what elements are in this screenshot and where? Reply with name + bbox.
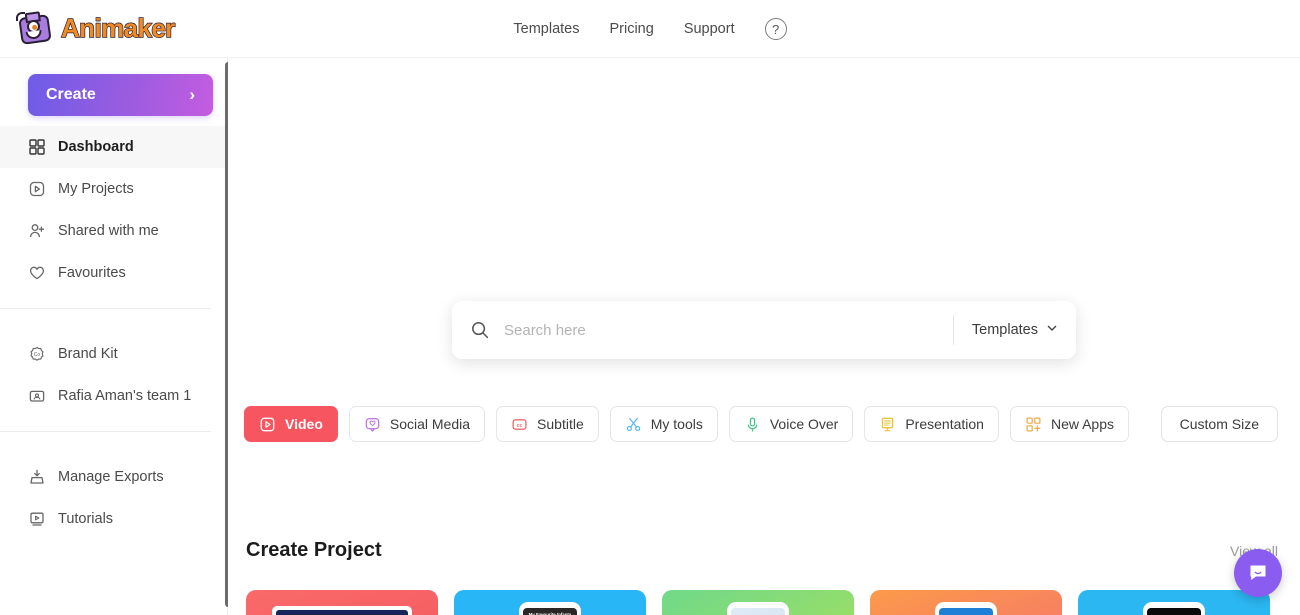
top-bar: Animaker Templates Pricing Support ? — [0, 0, 1300, 58]
user-add-icon — [28, 222, 46, 240]
sidebar-item-label: Favourites — [58, 265, 126, 281]
grid-dashboard-icon — [28, 138, 46, 156]
question-mark-circle-icon[interactable]: ? — [764, 18, 787, 40]
nav-templates[interactable]: Templates — [513, 21, 579, 37]
tutorial-video-icon — [28, 510, 46, 528]
heart-outline-icon — [28, 264, 46, 282]
social-chat-icon — [364, 416, 381, 433]
chip-voice-over[interactable]: Voice Over — [728, 406, 854, 442]
closed-caption-icon: cc — [511, 416, 528, 433]
sidebar-item-my-projects[interactable]: My Projects — [0, 168, 227, 210]
chat-bubble-smile-icon — [1250, 565, 1266, 580]
chip-label: Social Media — [389, 416, 471, 432]
svg-text:cc: cc — [517, 422, 523, 428]
sidebar-item-label: Rafia Aman's team 1 — [58, 388, 192, 404]
scissors-icon — [625, 416, 642, 433]
phone-mockup: My Favourite Infanta Movie Tags of our F… — [519, 602, 581, 615]
chevron-down-icon — [1046, 322, 1058, 338]
sidebar-item-team[interactable]: Rafia Aman's team 1 — [0, 375, 227, 417]
chat-widget-button[interactable] — [1234, 549, 1282, 597]
template-card[interactable]: BLACK FRIDAY — [1078, 590, 1270, 615]
create-project-header: Create Project View all — [246, 539, 1278, 562]
sidebar: Create › Dashboard My Projects Shared wi… — [0, 58, 231, 615]
search-filter-dropdown[interactable]: Templates — [954, 322, 1076, 338]
custom-size-button[interactable]: Custom Size — [1160, 406, 1278, 442]
grid-plus-icon — [1025, 416, 1042, 433]
sidebar-item-label: Brand Kit — [58, 346, 118, 362]
phone-mockup — [727, 602, 789, 615]
sidebar-item-label: Manage Exports — [58, 469, 164, 485]
nav-pricing[interactable]: Pricing — [609, 21, 653, 37]
create-button-label: Create — [46, 86, 96, 103]
team-group-icon — [28, 387, 46, 405]
template-card-list: Hello! I am Susan! My Favourite Infanta … — [246, 590, 1270, 615]
sidebar-item-manage-exports[interactable]: Manage Exports — [0, 456, 227, 498]
hero-banner: Create your moments Check out 10000+ tem… — [244, 98, 1278, 278]
sidebar-item-shared-with-me[interactable]: Shared with me — [0, 210, 227, 252]
phone-mockup: BLACK FRIDAY — [1143, 602, 1205, 615]
sidebar-item-favourites[interactable]: Favourites — [0, 252, 227, 294]
chip-label: Voice Over — [769, 416, 839, 432]
sidebar-item-dashboard[interactable]: Dashboard — [0, 126, 227, 168]
chevron-right-icon: › — [189, 85, 195, 104]
sidebar-item-label: Tutorials — [58, 511, 114, 527]
template-card[interactable] — [662, 590, 854, 615]
chip-label: My tools — [650, 416, 703, 432]
search-icon — [470, 320, 490, 340]
brand-badge-icon: Co — [28, 345, 46, 363]
laptop-mockup: Hello! I am Susan! — [272, 606, 412, 615]
chip-label: New Apps — [1050, 416, 1114, 432]
sidebar-divider-2 — [0, 431, 211, 432]
animaker-dashboard-page: Animaker Templates Pricing Support ? Cre… — [0, 0, 1300, 615]
main-content: Create your moments Check out 10000+ tem… — [228, 58, 1300, 615]
template-card[interactable]: THANK YOU 5000 — [870, 590, 1062, 615]
sidebar-item-label: My Projects — [58, 181, 134, 197]
search-bar: Templates — [452, 301, 1076, 359]
create-button[interactable]: Create › — [28, 74, 213, 116]
sidebar-item-label: Dashboard — [58, 139, 134, 155]
search-input[interactable] — [504, 321, 953, 339]
category-chip-list: Video Social Media cc Subtitle My tools — [244, 406, 1278, 442]
custom-size-label: Custom Size — [1179, 416, 1259, 432]
presentation-board-icon — [879, 416, 896, 433]
banner-subtitle: Check out 10000+ templates — [665, 187, 857, 204]
nav-support[interactable]: Support — [684, 21, 735, 37]
phone-mockup: THANK YOU 5000 — [935, 602, 997, 615]
video-play-square-icon — [28, 180, 46, 198]
sidebar-item-tutorials[interactable]: Tutorials — [0, 498, 227, 540]
chip-new-apps[interactable]: New Apps — [1009, 406, 1129, 442]
svg-text:Co: Co — [34, 352, 41, 358]
section-title: Create Project — [246, 539, 382, 561]
microphone-icon — [744, 416, 761, 433]
chip-label: Presentation — [905, 416, 984, 432]
chip-social-media[interactable]: Social Media — [348, 406, 486, 442]
chip-label: Video — [285, 416, 323, 432]
template-card[interactable]: Hello! I am Susan! — [246, 590, 438, 615]
search-filter-label: Templates — [971, 322, 1038, 338]
sidebar-item-brand-kit[interactable]: Co Brand Kit — [0, 333, 227, 375]
chip-video[interactable]: Video — [244, 406, 338, 442]
sidebar-divider-1 — [0, 308, 211, 309]
chip-presentation[interactable]: Presentation — [864, 406, 999, 442]
chip-subtitle[interactable]: cc Subtitle — [496, 406, 599, 442]
video-play-icon — [259, 416, 276, 433]
banner-title: Create your moments — [619, 142, 903, 173]
sidebar-item-label: Shared with me — [58, 223, 159, 239]
top-navigation: Templates Pricing Support ? — [0, 0, 1300, 58]
chip-label: Subtitle — [537, 416, 584, 432]
chip-my-tools[interactable]: My tools — [609, 406, 718, 442]
export-download-icon — [28, 468, 46, 486]
template-card[interactable]: My Favourite Infanta Movie Tags of our F… — [454, 590, 646, 615]
